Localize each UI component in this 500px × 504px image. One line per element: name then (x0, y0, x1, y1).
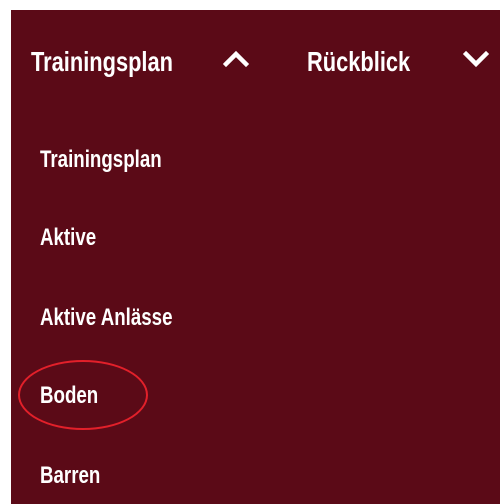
chevron-up-icon[interactable] (223, 46, 249, 72)
menu-item-trainingsplan[interactable]: Trainingsplan (40, 140, 196, 180)
menu-item-label: Aktive Anlässe (40, 304, 173, 331)
menu-item-label: Aktive (40, 224, 97, 251)
menu-item-label: Barren (40, 462, 101, 489)
menu-item-label: Boden (40, 382, 99, 409)
menu-item-barren[interactable]: Barren (40, 456, 117, 496)
menu-item-boden[interactable]: Boden (40, 376, 115, 416)
top-navigation: Trainingsplan Rückblick (11, 10, 500, 100)
nav-tab-rueckblick[interactable]: Rückblick (307, 40, 439, 84)
nav-tab-label: Trainingsplan (31, 46, 173, 77)
nav-tab-label: Rückblick (307, 46, 411, 77)
menu-item-aktive[interactable]: Aktive (40, 218, 112, 258)
chevron-down-icon[interactable] (463, 46, 489, 72)
nav-tab-trainingsplan[interactable]: Trainingsplan (31, 40, 213, 84)
menu-item-aktive-anlaesse[interactable]: Aktive Anlässe (40, 298, 210, 338)
navigation-panel: Trainingsplan Rückblick Trainingsplan Ak… (11, 10, 500, 504)
menu-item-label: Trainingsplan (40, 146, 162, 173)
